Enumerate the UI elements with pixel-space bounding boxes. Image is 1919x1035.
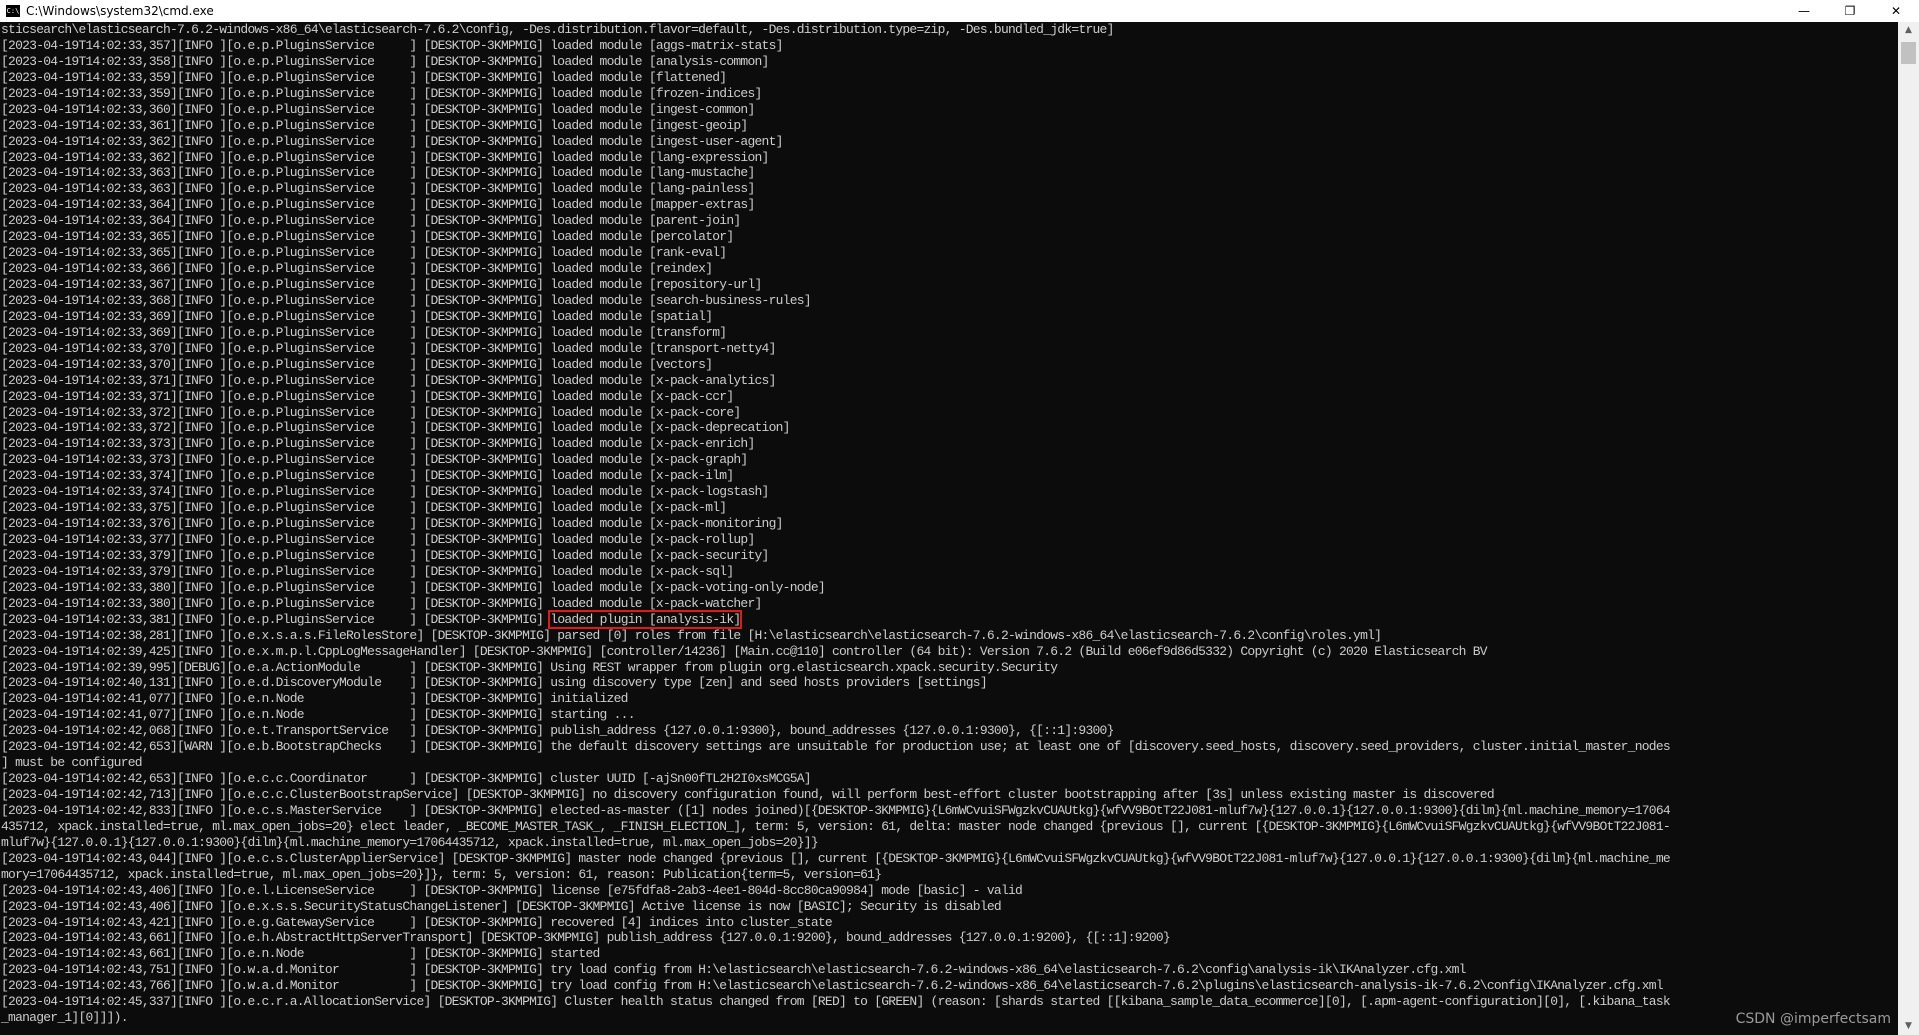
console-line-prefix: [2023-04-19T14:02:33,381][INFO ][o.e.p.P… (1, 611, 551, 627)
console-line: [2023-04-19T14:02:33,367][INFO ][o.e.p.P… (1, 277, 762, 292)
console-line: [2023-04-19T14:02:45,337][INFO ][o.e.c.r… (1, 994, 1671, 1010)
console-line: [2023-04-19T14:02:43,421][INFO ][o.e.g.G… (1, 914, 833, 930)
console-line: [2023-04-19T14:02:33,372][INFO ][o.e.p.P… (1, 404, 741, 420)
console-line: [2023-04-19T14:02:33,371][INFO ][o.e.p.P… (1, 388, 734, 404)
window-title: C:\Windows\system32\cmd.exe (26, 4, 214, 18)
console-line: [2023-04-19T14:02:42,653][WARN ][o.e.b.B… (1, 739, 1671, 755)
console-line: [2023-04-19T14:02:43,661][INFO ][o.e.n.N… (1, 946, 600, 962)
watermark: CSDN @imperfectsam (1735, 1011, 1891, 1027)
console-line: sticsearch\elasticsearch-7.6.2-windows-x… (1, 22, 1114, 37)
console-line: [2023-04-19T14:02:33,381][INFO ][o.e.p.P… (1, 609, 1898, 629)
restore-button[interactable]: ❐ (1827, 0, 1873, 22)
console-line: [2023-04-19T14:02:43,661][INFO ][o.e.h.A… (1, 930, 1171, 946)
console-line: [2023-04-19T14:02:33,373][INFO ][o.e.p.P… (1, 452, 748, 468)
console-line: [2023-04-19T14:02:33,372][INFO ][o.e.p.P… (1, 420, 790, 436)
console-line: [2023-04-19T14:02:39,995][DEBUG][o.e.a.A… (1, 659, 1058, 675)
console-line: [2023-04-19T14:02:38,281][INFO ][o.e.x.s… (1, 627, 1382, 643)
console-line: [2023-04-19T14:02:33,357][INFO ][o.e.p.P… (1, 37, 783, 53)
scrollbar-thumb[interactable] (1901, 42, 1916, 64)
console-line: [2023-04-19T14:02:33,359][INFO ][o.e.p.P… (1, 69, 727, 85)
minimize-button[interactable]: — (1781, 0, 1827, 22)
console-line: [2023-04-19T14:02:33,361][INFO ][o.e.p.P… (1, 117, 748, 133)
scroll-up-arrow-icon[interactable]: ▲ (1898, 22, 1919, 39)
console-line: ] must be configured (1, 755, 143, 771)
console-line: [2023-04-19T14:02:42,833][INFO ][o.e.c.s… (1, 802, 1671, 818)
console-line: [2023-04-19T14:02:42,653][INFO ][o.e.c.c… (1, 771, 812, 787)
console-line: [2023-04-19T14:02:33,362][INFO ][o.e.p.P… (1, 133, 783, 149)
title-bar[interactable]: C:\ C:\Windows\system32\cmd.exe — ❐ ✕ (0, 0, 1919, 22)
console-line: [2023-04-19T14:02:33,380][INFO ][o.e.p.P… (1, 579, 826, 595)
console-line: [2023-04-19T14:02:33,374][INFO ][o.e.p.P… (1, 484, 769, 500)
console-line: [2023-04-19T14:02:33,370][INFO ][o.e.p.P… (1, 356, 713, 372)
console-line: [2023-04-19T14:02:33,365][INFO ][o.e.p.P… (1, 229, 734, 245)
console-line: [2023-04-19T14:02:41,077][INFO ][o.e.n.N… (1, 691, 628, 707)
console-line: [2023-04-19T14:02:43,406][INFO ][o.e.x.s… (1, 898, 1002, 914)
cmd-icon: C:\ (6, 5, 20, 17)
console-line: [2023-04-19T14:02:43,044][INFO ][o.e.c.s… (1, 850, 1671, 866)
console-line: [2023-04-19T14:02:43,751][INFO ][o.w.a.d… (1, 962, 1466, 978)
highlighted-plugin-line: loaded plugin [analysis-ik] (548, 609, 743, 629)
close-button[interactable]: ✕ (1873, 0, 1919, 22)
console-line: [2023-04-19T14:02:33,368][INFO ][o.e.p.P… (1, 292, 812, 308)
console-line: [2023-04-19T14:02:33,373][INFO ][o.e.p.P… (1, 436, 755, 452)
console-line: [2023-04-19T14:02:42,068][INFO ][o.e.t.T… (1, 723, 1114, 739)
console-line: [2023-04-19T14:02:43,406][INFO ][o.e.l.L… (1, 882, 1023, 898)
console-line: [2023-04-19T14:02:33,369][INFO ][o.e.p.P… (1, 324, 727, 340)
console-line: [2023-04-19T14:02:33,380][INFO ][o.e.p.P… (1, 595, 762, 611)
console-line: [2023-04-19T14:02:33,374][INFO ][o.e.p.P… (1, 468, 734, 484)
console-line: [2023-04-19T14:02:33,377][INFO ][o.e.p.P… (1, 532, 755, 547)
console-line: [2023-04-19T14:02:33,371][INFO ][o.e.p.P… (1, 372, 776, 388)
console-line: mory=17064435712, xpack.installed=true, … (1, 866, 882, 882)
console-line: [2023-04-19T14:02:43,766][INFO ][o.w.a.d… (1, 978, 1664, 994)
console-line: [2023-04-19T14:02:33,362][INFO ][o.e.p.P… (1, 149, 769, 165)
console-line: [2023-04-19T14:02:42,713][INFO ][o.e.c.c… (1, 787, 1495, 802)
console-line: [2023-04-19T14:02:41,077][INFO ][o.e.n.N… (1, 707, 636, 723)
console-line: [2023-04-19T14:02:40,131][INFO ][o.e.d.D… (1, 675, 988, 691)
console-line: [2023-04-19T14:02:33,358][INFO ][o.e.p.P… (1, 53, 769, 69)
scroll-down-arrow-icon[interactable]: ▼ (1898, 1018, 1919, 1035)
console-line: [2023-04-19T14:02:33,363][INFO ][o.e.p.P… (1, 181, 755, 197)
console-line: [2023-04-19T14:02:33,376][INFO ][o.e.p.P… (1, 516, 783, 532)
console-line: [2023-04-19T14:02:33,379][INFO ][o.e.p.P… (1, 563, 734, 579)
console-line: [2023-04-19T14:02:33,375][INFO ][o.e.p.P… (1, 500, 727, 516)
console-line: [2023-04-19T14:02:33,366][INFO ][o.e.p.P… (1, 261, 713, 277)
console-line: [2023-04-19T14:02:33,370][INFO ][o.e.p.P… (1, 340, 776, 356)
console-line: [2023-04-19T14:02:33,364][INFO ][o.e.p.P… (1, 197, 755, 213)
console-line: _manager_1][0]]]). (1, 1010, 129, 1026)
console-line: [2023-04-19T14:02:39,425][INFO ][o.e.x.m… (1, 643, 1488, 659)
console-line: 435712, xpack.installed=true, ml.max_ope… (1, 818, 1671, 834)
vertical-scrollbar[interactable]: ▲ ▼ (1898, 22, 1919, 1035)
console-line: [2023-04-19T14:02:33,364][INFO ][o.e.p.P… (1, 213, 741, 229)
console-line: [2023-04-19T14:02:33,363][INFO ][o.e.p.P… (1, 165, 755, 181)
console-line: [2023-04-19T14:02:33,369][INFO ][o.e.p.P… (1, 308, 713, 324)
console-output[interactable]: sticsearch\elasticsearch-7.6.2-windows-x… (0, 22, 1898, 1035)
console-line: mluf7w}{127.0.0.1}{127.0.0.1:9300}{dilm}… (1, 834, 819, 850)
console-line: [2023-04-19T14:02:33,379][INFO ][o.e.p.P… (1, 547, 769, 563)
console-line: [2023-04-19T14:02:33,360][INFO ][o.e.p.P… (1, 101, 755, 117)
console-line: [2023-04-19T14:02:33,365][INFO ][o.e.p.P… (1, 245, 727, 261)
cmd-window: C:\ C:\Windows\system32\cmd.exe — ❐ ✕ st… (0, 0, 1919, 1035)
console-line: [2023-04-19T14:02:33,359][INFO ][o.e.p.P… (1, 85, 762, 101)
